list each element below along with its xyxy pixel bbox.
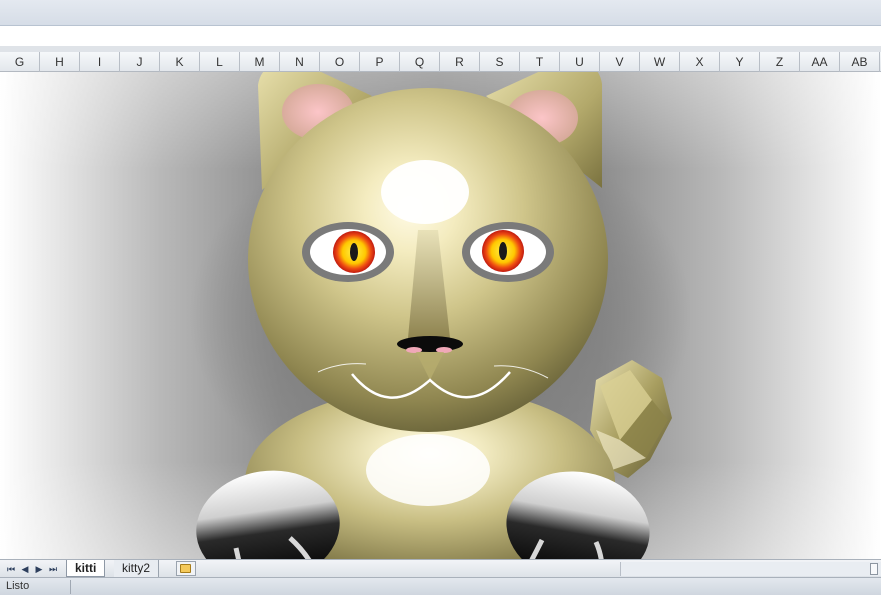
column-header-p[interactable]: P: [360, 52, 400, 72]
column-header-g[interactable]: G: [0, 52, 40, 72]
column-header-m[interactable]: M: [240, 52, 280, 72]
column-header-n[interactable]: N: [280, 52, 320, 72]
status-divider: [70, 580, 71, 594]
next-sheet-icon[interactable]: ▶: [32, 562, 46, 576]
sheet-tabs-bar: ⏮ ◀ ▶ ⏭ kitti kitty2: [0, 559, 881, 577]
column-header-r[interactable]: R: [440, 52, 480, 72]
column-header-h[interactable]: H: [40, 52, 80, 72]
column-header-w[interactable]: W: [640, 52, 680, 72]
worksheet-grid[interactable]: [0, 72, 881, 559]
horizontal-scrollbar[interactable]: [620, 562, 881, 576]
column-header-y[interactable]: Y: [720, 52, 760, 72]
tab-kitti[interactable]: kitti: [66, 560, 106, 577]
column-header-u[interactable]: U: [560, 52, 600, 72]
tab-kitty2[interactable]: kitty2: [114, 560, 160, 577]
column-header-x[interactable]: X: [680, 52, 720, 72]
column-header-t[interactable]: T: [520, 52, 560, 72]
insert-sheet-icon[interactable]: [176, 561, 196, 576]
column-header-l[interactable]: L: [200, 52, 240, 72]
column-header-aa[interactable]: AA: [800, 52, 840, 72]
column-header-o[interactable]: O: [320, 52, 360, 72]
column-header-q[interactable]: Q: [400, 52, 440, 72]
scrollbar-thumb[interactable]: [870, 563, 878, 575]
prev-sheet-icon[interactable]: ◀: [18, 562, 32, 576]
column-header-s[interactable]: S: [480, 52, 520, 72]
ribbon-strip: [0, 0, 881, 26]
column-header-ab[interactable]: AB: [840, 52, 880, 72]
status-text: Listo: [6, 580, 30, 592]
column-header-v[interactable]: V: [600, 52, 640, 72]
kitty-right-eye: [462, 222, 554, 282]
column-header-j[interactable]: J: [120, 52, 160, 72]
status-bar: Listo: [0, 577, 881, 595]
column-header-i[interactable]: I: [80, 52, 120, 72]
column-header-k[interactable]: K: [160, 52, 200, 72]
column-header-row: G H I J K L M N O P Q R S T U V W X Y Z AA AB: [0, 52, 881, 72]
column-header-z[interactable]: Z: [760, 52, 800, 72]
last-sheet-icon[interactable]: ⏭: [46, 562, 60, 576]
first-sheet-icon[interactable]: ⏮: [4, 562, 18, 576]
kitty-drawing[interactable]: [0, 72, 881, 559]
kitty-left-eye: [302, 222, 394, 282]
